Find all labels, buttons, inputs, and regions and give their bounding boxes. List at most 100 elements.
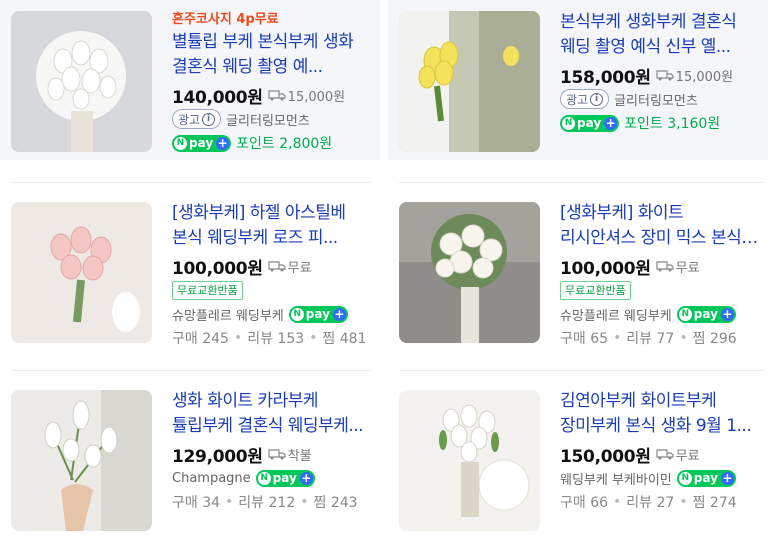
product-title[interactable]: 생화 화이트 카라부케 튤립부케 결혼식 웨딩부케... — [172, 389, 372, 439]
product-price: 158,000원 — [560, 67, 651, 88]
truck-icon — [656, 449, 674, 460]
purchase-count: 구매 66 — [560, 495, 609, 511]
truck-icon — [656, 70, 674, 81]
product-card[interactable]: 김연아부케 화이트부케 장미부케 본식 생화 9월 1... 150,000원 … — [388, 379, 768, 539]
product-image[interactable] — [399, 202, 540, 343]
shipping-fee: 무료 — [287, 260, 312, 276]
npay-badge: Npay + — [172, 134, 232, 152]
product-price: 150,000원 — [560, 446, 651, 467]
white-rose-bouquet-image — [399, 202, 540, 343]
plus-icon: + — [299, 470, 313, 485]
tulip-bouquet-image — [11, 11, 152, 152]
free-return-badge: 무료교환반품 — [560, 280, 631, 300]
seller-name[interactable]: 웨딩부케 부케바이민 — [560, 469, 672, 488]
product-title[interactable]: 본식부케 생화부케 결혼식 웨딩 촬영 예식 신부 옐... — [560, 10, 760, 60]
purchase-count: 구매 245 — [172, 331, 229, 347]
shipping-info: 무료 — [268, 257, 312, 276]
shipping-fee: 무료 — [675, 260, 700, 276]
shipping-fee: 15,000원 — [675, 69, 734, 85]
seller-name[interactable]: 글리터링모먼츠 — [614, 90, 698, 109]
product-card[interactable]: [생화부케] 하젤 아스틸베 본식 웨딩부케 로즈 피... 100,000원 … — [0, 191, 380, 351]
plus-icon: + — [720, 306, 734, 321]
ad-badge[interactable]: 광고 i — [560, 89, 610, 109]
seller-name[interactable]: 글리터링모먼츠 — [226, 110, 310, 129]
product-image[interactable] — [399, 11, 540, 152]
points: 포인트 3,160원 — [624, 116, 721, 132]
shipping-info: 15,000원 — [656, 66, 733, 85]
info-icon: i — [202, 112, 216, 126]
product-stats: 구매 66 • 리뷰 27 • 찜 274 — [560, 492, 737, 512]
naver-n-icon: N — [678, 307, 692, 321]
product-image[interactable] — [11, 11, 152, 152]
truck-icon — [656, 261, 674, 272]
review-count[interactable]: 리뷰 27 — [626, 492, 674, 512]
shipping-info: 15,000원 — [268, 86, 345, 105]
review-count[interactable]: 리뷰 77 — [626, 328, 674, 348]
shipping-info: 무료 — [656, 257, 700, 276]
divider — [399, 182, 764, 183]
shipping-fee: 15,000원 — [287, 89, 346, 105]
product-card[interactable]: 생화 화이트 카라부케 튤립부케 결혼식 웨딩부케... 129,000원 착불… — [0, 379, 380, 539]
shipping-info: 착불 — [268, 445, 312, 464]
plus-icon: + — [216, 135, 230, 150]
product-title[interactable]: 별튤립 부케 본식부케 생화 결혼식 웨딩 촬영 예... — [172, 30, 372, 80]
purchase-count: 구매 65 — [560, 331, 609, 347]
naver-n-icon: N — [562, 116, 575, 130]
seller-name[interactable]: Champagne — [172, 471, 251, 486]
npay-badge: Npay + — [676, 305, 736, 323]
points: 포인트 2,800원 — [236, 136, 333, 152]
review-count[interactable]: 리뷰 212 — [238, 492, 295, 512]
divider — [11, 182, 371, 183]
review-count[interactable]: 리뷰 153 — [247, 328, 304, 348]
truck-icon — [268, 261, 286, 272]
divider — [11, 370, 371, 371]
product-stats: 구매 34 • 리뷰 212 • 찜 243 — [172, 492, 358, 512]
product-image[interactable] — [11, 390, 152, 531]
shipping-fee: 착불 — [287, 448, 312, 464]
product-stats: 구매 245 • 리뷰 153 • 찜 481 — [172, 328, 367, 348]
ad-badge[interactable]: 광고 i — [172, 109, 222, 129]
product-title[interactable]: [생화부케] 화이트 리시안셔스 장미 믹스 본식 예... — [560, 201, 760, 251]
product-image[interactable] — [11, 202, 152, 343]
truck-icon — [268, 90, 286, 101]
npay-label: pay — [272, 471, 297, 485]
pink-bouquet-image — [11, 202, 152, 343]
plus-icon: + — [720, 470, 734, 485]
plus-icon: + — [604, 115, 618, 130]
npay-badge: Npay + — [255, 469, 315, 487]
product-title[interactable]: [생화부케] 하젤 아스틸베 본식 웨딩부케 로즈 피... — [172, 201, 372, 251]
npay-label: pay — [577, 116, 602, 130]
npay-label: pay — [189, 136, 214, 150]
like-count: 찜 274 — [692, 495, 737, 511]
truck-icon — [268, 449, 286, 460]
npay-badge: Npay + — [288, 305, 348, 323]
like-count: 찜 481 — [322, 331, 367, 347]
free-return-badge: 무료교환반품 — [172, 280, 243, 300]
product-grid: 혼주코사지 4p무료 별튤립 부케 본식부케 생화 결혼식 웨딩 촬영 예...… — [0, 0, 773, 542]
seller-name[interactable]: 슈망플레르 웨딩부케 — [172, 305, 284, 324]
product-price: 129,000원 — [172, 446, 263, 467]
ad-label: 광고 — [178, 112, 201, 127]
npay-badge: Npay + — [676, 469, 736, 487]
product-card-ad[interactable]: 본식부케 생화부케 결혼식 웨딩 촬영 예식 신부 옐... 158,000원 … — [388, 0, 768, 160]
product-stats: 구매 65 • 리뷰 77 • 찜 296 — [560, 328, 737, 348]
npay-label: pay — [693, 471, 718, 485]
npay-badge: Npay + — [560, 114, 620, 132]
naver-n-icon: N — [257, 471, 271, 485]
npay-label: pay — [693, 307, 718, 321]
product-price: 140,000원 — [172, 87, 263, 108]
product-price: 100,000원 — [560, 258, 651, 279]
product-card[interactable]: [생화부케] 화이트 리시안셔스 장미 믹스 본식 예... 100,000원 … — [388, 191, 768, 351]
naver-n-icon: N — [290, 307, 304, 321]
plus-icon: + — [332, 306, 346, 321]
seller-name[interactable]: 슈망플레르 웨딩부케 — [560, 305, 672, 324]
product-card-ad[interactable]: 혼주코사지 4p무료 별튤립 부케 본식부케 생화 결혼식 웨딩 촬영 예...… — [0, 0, 380, 160]
npay-label: pay — [305, 307, 330, 321]
like-count: 찜 296 — [692, 331, 737, 347]
ad-label: 광고 — [566, 92, 589, 107]
product-title[interactable]: 김연아부케 화이트부케 장미부케 본식 생화 9월 1... — [560, 389, 760, 439]
promo-label: 혼주코사지 4p무료 — [172, 12, 279, 27]
product-image[interactable] — [399, 390, 540, 531]
info-icon: i — [590, 92, 604, 106]
like-count: 찜 243 — [313, 495, 358, 511]
